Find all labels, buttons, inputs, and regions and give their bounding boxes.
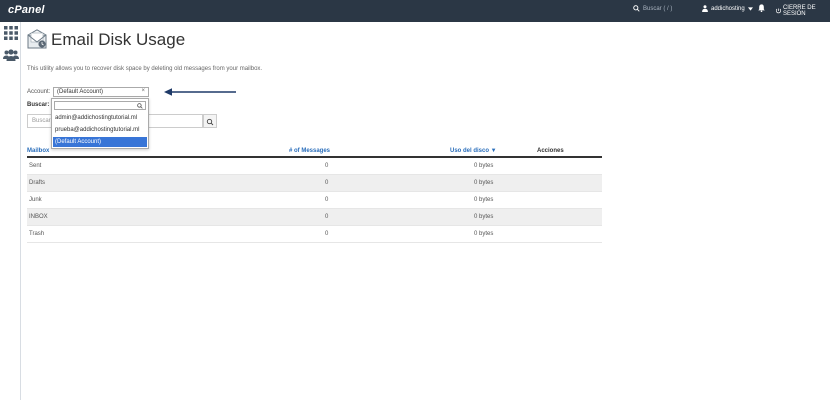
mailbox-name: Trash	[29, 231, 45, 237]
disk-usage: 0 bytes	[474, 214, 494, 220]
search-label: Buscar:	[27, 102, 50, 108]
logout-button[interactable]: CIERRE DE SESIÓN	[776, 5, 830, 17]
account-selected-value: (Default Account)	[57, 89, 104, 95]
mailbox-table: Mailbox # of Messages Uso del disco ▼ Ac…	[27, 146, 602, 243]
disk-usage: 0 bytes	[474, 231, 494, 237]
search-button[interactable]	[203, 114, 217, 128]
account-label: Account:	[27, 89, 51, 95]
column-disk-usage[interactable]: Uso del disco ▼	[450, 148, 497, 154]
dropdown-search-input[interactable]	[54, 101, 146, 110]
column-actions: Acciones	[537, 148, 564, 154]
page-description: This utility allows you to recover disk …	[27, 66, 263, 72]
message-count: 0	[325, 180, 329, 186]
table-row: Drafts 0 0 bytes	[27, 175, 602, 192]
top-search[interactable]: Buscar ( / )	[633, 5, 672, 12]
message-count: 0	[325, 214, 329, 220]
account-dropdown: admin@addichostingtutorial.ml prueba@add…	[51, 98, 149, 149]
logout-label: CIERRE DE SESIÓN	[782, 5, 816, 17]
disk-usage: 0 bytes	[474, 163, 494, 169]
dropdown-option[interactable]: admin@addichostingtutorial.ml	[53, 113, 147, 123]
search-icon	[206, 118, 214, 126]
message-count: 0	[325, 163, 329, 169]
column-mailbox[interactable]: Mailbox	[27, 148, 49, 154]
account-select[interactable]: (Default Account) ×	[53, 87, 149, 97]
search-icon	[137, 103, 143, 109]
disk-usage: 0 bytes	[474, 197, 494, 203]
table-row: Trash 0 0 bytes	[27, 226, 602, 243]
mailbox-name: Junk	[29, 197, 42, 203]
dropdown-option[interactable]: prueba@addichostingtutorial.ml	[53, 125, 147, 135]
disk-usage: 0 bytes	[474, 180, 494, 186]
main-content: Email Disk Usage This utility allows you…	[21, 22, 830, 400]
table-row: Junk 0 0 bytes	[27, 192, 602, 209]
arrow-pointer-icon	[164, 88, 236, 96]
clear-selection-icon[interactable]: ×	[141, 88, 145, 94]
username: addichosting	[711, 5, 745, 12]
mailbox-name: Drafts	[29, 180, 46, 186]
search-placeholder: Buscar	[32, 118, 51, 124]
envelope-icon	[27, 29, 47, 49]
page-title: Email Disk Usage	[51, 30, 186, 49]
top-search-placeholder: Buscar ( / )	[643, 5, 673, 12]
user-icon	[702, 5, 708, 12]
bell-icon[interactable]	[758, 4, 765, 12]
message-count: 0	[325, 197, 329, 203]
cpanel-logo[interactable]: cPanel	[8, 4, 45, 16]
table-row: Sent 0 0 bytes	[27, 158, 602, 175]
column-messages[interactable]: # of Messages	[289, 148, 330, 154]
grid-icon[interactable]	[4, 26, 18, 40]
mailbox-name: Sent	[29, 163, 42, 169]
dropdown-option-selected[interactable]: (Default Account)	[53, 137, 147, 147]
table-row: INBOX 0 0 bytes	[27, 209, 602, 226]
logout-icon	[776, 8, 781, 14]
top-navigation-bar: cPanel Buscar ( / ) addichosting CIERRE …	[0, 0, 830, 22]
search-icon	[633, 5, 640, 12]
users-icon[interactable]	[3, 48, 19, 62]
mailbox-name: INBOX	[29, 214, 48, 220]
message-count: 0	[325, 231, 329, 237]
caret-down-icon	[747, 6, 753, 11]
sidebar	[0, 22, 21, 400]
user-menu[interactable]: addichosting	[702, 5, 753, 12]
